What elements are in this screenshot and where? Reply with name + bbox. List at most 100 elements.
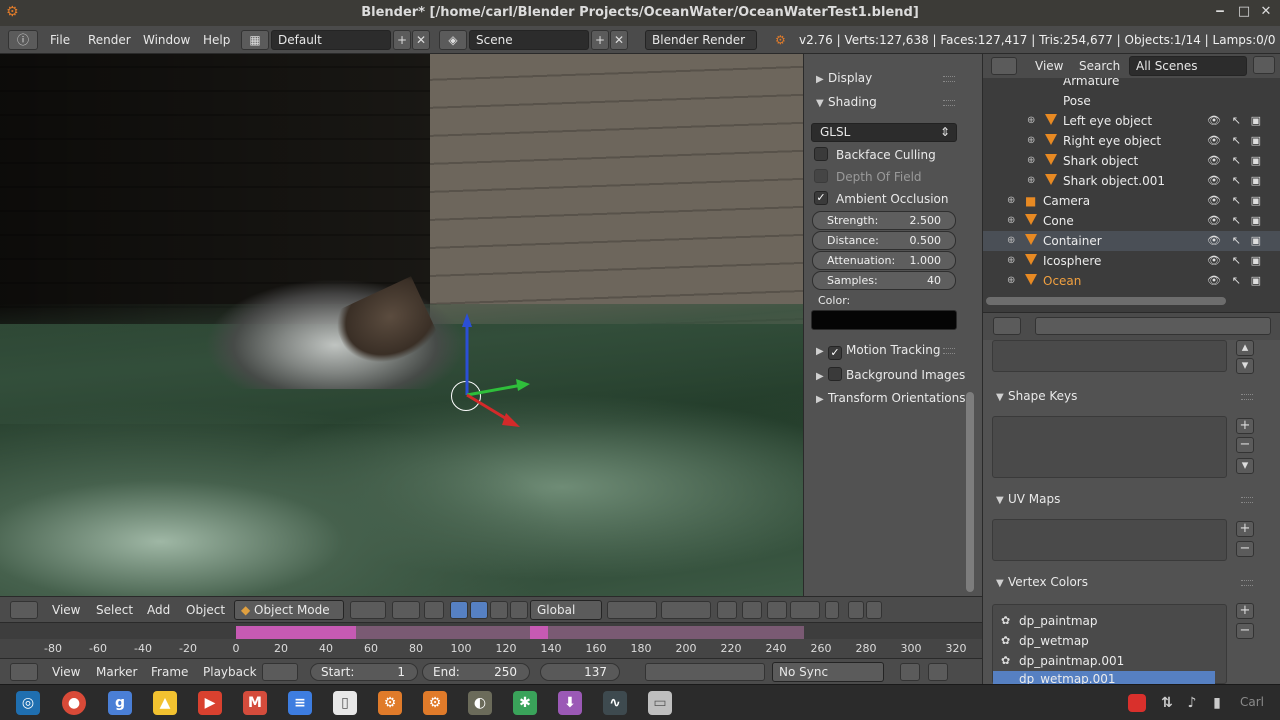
snap-element-icon[interactable] bbox=[790, 601, 820, 619]
system-monitor-icon[interactable]: ∿ bbox=[603, 691, 627, 715]
motion-tracking-checkbox[interactable]: ✓ bbox=[828, 346, 842, 360]
sync-mode-dropdown[interactable]: No Sync bbox=[772, 662, 884, 682]
manipulator-extra-icon[interactable] bbox=[510, 601, 528, 619]
editor-type-info-icon[interactable]: ⓘ bbox=[8, 30, 38, 50]
add-shape-key-icon[interactable]: + bbox=[1236, 418, 1254, 434]
blender-icon[interactable]: ⚙ bbox=[378, 691, 402, 715]
transform-orientation-dropdown[interactable]: Global bbox=[530, 600, 602, 620]
properties-context-tabs[interactable] bbox=[1035, 317, 1271, 335]
menu-render[interactable]: Render bbox=[88, 33, 131, 47]
panel-grip-icon[interactable] bbox=[943, 100, 955, 106]
volume-icon[interactable]: ♪ bbox=[1180, 691, 1204, 715]
menu-file[interactable]: File bbox=[50, 33, 70, 47]
layers-grid-b[interactable] bbox=[661, 601, 711, 619]
outliner-menu-search[interactable]: Search bbox=[1079, 59, 1120, 73]
viewport-shading-icon[interactable] bbox=[350, 601, 386, 619]
start-frame-field[interactable]: Start: 1 bbox=[310, 663, 418, 681]
search-icon[interactable] bbox=[1253, 56, 1275, 74]
shading-mode-dropdown[interactable]: GLSL ⇕ bbox=[811, 123, 957, 142]
outliner-row[interactable]: ⊕ Cone 👁 ↖ ▣ bbox=[983, 211, 1280, 231]
translate-manipulator-icon[interactable] bbox=[450, 601, 468, 619]
outliner-row[interactable]: ⊕ ■ Camera 👁 ↖ ▣ bbox=[983, 191, 1280, 211]
minimize-button[interactable]: ‒ bbox=[1212, 4, 1228, 20]
menu-add[interactable]: Add bbox=[147, 603, 170, 617]
scale-manipulator-icon[interactable] bbox=[490, 601, 508, 619]
menu-marker[interactable]: Marker bbox=[96, 665, 137, 679]
add-scene-icon[interactable]: + bbox=[591, 30, 609, 50]
file-manager-icon[interactable]: ▭ bbox=[648, 691, 672, 715]
blender-alt-icon[interactable]: ⚙ bbox=[423, 691, 447, 715]
end-frame-field[interactable]: End: 250 bbox=[422, 663, 530, 681]
google-drive-icon[interactable]: ▲ bbox=[153, 691, 177, 715]
timeline-editor[interactable]: -80 -60 -40 -20 0 20 40 60 80 100 120 14… bbox=[0, 622, 982, 659]
chrome-icon[interactable]: ● bbox=[62, 691, 86, 715]
shape-keys-list[interactable] bbox=[992, 416, 1227, 478]
ao-samples-field[interactable]: Samples: 40 bbox=[812, 271, 956, 290]
move-up-icon[interactable]: ▴ bbox=[1236, 340, 1254, 356]
outliner-row[interactable]: ⊕ Icosphere 👁 ↖ ▣ bbox=[983, 251, 1280, 271]
vertex-color-item[interactable]: dp_paintmap bbox=[1019, 614, 1098, 628]
menu-window[interactable]: Window bbox=[143, 33, 190, 47]
panel-grip-icon[interactable] bbox=[1241, 580, 1253, 586]
download-icon[interactable]: ⬇ bbox=[558, 691, 582, 715]
depth-of-field-checkbox[interactable] bbox=[814, 169, 828, 183]
keying-set-icon[interactable] bbox=[928, 663, 948, 681]
panel-grip-icon[interactable] bbox=[943, 76, 955, 82]
preview-range-icon[interactable] bbox=[262, 663, 298, 681]
ambient-occlusion-checkbox[interactable]: ✓ bbox=[814, 191, 828, 205]
outliner-tree[interactable]: Armature Pose ⊕ Left eye object 👁 ↖ ▣ ⊕ Right… bbox=[982, 78, 1280, 312]
scene-icon[interactable]: ◈ bbox=[439, 30, 467, 50]
vertex-groups-list[interactable] bbox=[992, 340, 1227, 372]
record-keyframe-icon[interactable] bbox=[900, 663, 920, 681]
vertex-color-item[interactable]: dp_paintmap.001 bbox=[1019, 654, 1124, 668]
add-layout-icon[interactable]: + bbox=[393, 30, 411, 50]
outliner-row[interactable]: ⊕ Container 👁 ↖ ▣ bbox=[983, 231, 1280, 251]
panel-transform-orientations[interactable]: ▶ Transform Orientations bbox=[816, 391, 966, 405]
remove-vertex-color-icon[interactable]: − bbox=[1236, 623, 1254, 639]
outliner-row[interactable]: ⊕ Right eye object 👁 ↖ ▣ bbox=[983, 131, 1280, 151]
vertex-color-item[interactable]: dp_wetmap bbox=[1019, 634, 1089, 648]
panel-vertex-colors[interactable]: ▼ Vertex Colors bbox=[996, 575, 1088, 589]
panel-grip-icon[interactable] bbox=[943, 348, 955, 354]
uv-maps-list[interactable] bbox=[992, 519, 1227, 561]
maximize-button[interactable]: □ bbox=[1236, 4, 1252, 20]
add-vertex-color-icon[interactable]: + bbox=[1236, 603, 1254, 619]
3d-viewport[interactable] bbox=[0, 54, 803, 596]
proportional-edit-icon[interactable] bbox=[742, 601, 762, 619]
pinwheel-app-icon[interactable]: ✱ bbox=[513, 691, 537, 715]
editor-type-timeline-icon[interactable] bbox=[10, 663, 38, 681]
editor-type-properties-icon[interactable] bbox=[993, 317, 1021, 335]
gmail-icon[interactable]: M bbox=[243, 691, 267, 715]
outliner-filter-dropdown[interactable]: All Scenes bbox=[1129, 56, 1247, 76]
add-uv-map-icon[interactable]: + bbox=[1236, 521, 1254, 537]
menu-playback[interactable]: Playback bbox=[203, 665, 257, 679]
panel-display[interactable]: ▶ Display bbox=[816, 71, 872, 85]
app-launcher-icon[interactable]: ◎ bbox=[16, 691, 40, 715]
network-icon[interactable]: ⇅ bbox=[1155, 691, 1179, 715]
menu-help[interactable]: Help bbox=[203, 33, 230, 47]
outliner-row[interactable]: ⊕ Shark object 👁 ↖ ▣ bbox=[983, 151, 1280, 171]
vertex-color-item-selected[interactable]: dp_wetmap.001 bbox=[993, 671, 1215, 684]
ao-color-swatch[interactable] bbox=[811, 310, 957, 330]
panel-shape-keys[interactable]: ▼ Shape Keys bbox=[996, 389, 1077, 403]
outliner-row[interactable]: ⊕ Left eye object 👁 ↖ ▣ bbox=[983, 111, 1280, 131]
outliner-row[interactable]: Armature bbox=[983, 78, 1280, 91]
scene-dropdown[interactable]: Scene bbox=[469, 30, 589, 50]
editor-type-3d-icon[interactable] bbox=[10, 601, 38, 619]
outliner-scrollbar[interactable] bbox=[986, 297, 1226, 305]
transform-gizmo[interactable] bbox=[440, 309, 540, 439]
ao-distance-field[interactable]: Distance: 0.500 bbox=[812, 231, 956, 250]
render-animation-icon[interactable] bbox=[866, 601, 882, 619]
panel-shading[interactable]: ▼ Shading bbox=[816, 95, 877, 109]
editor-type-outliner-icon[interactable] bbox=[991, 57, 1017, 75]
menu-view[interactable]: View bbox=[52, 603, 80, 617]
blank-file-icon[interactable]: ▯ bbox=[333, 691, 357, 715]
panel-grip-icon[interactable] bbox=[1241, 394, 1253, 400]
remove-layout-icon[interactable]: ✕ bbox=[412, 30, 430, 50]
youtube-icon[interactable]: ▶ bbox=[198, 691, 222, 715]
panel-grip-icon[interactable] bbox=[1241, 497, 1253, 503]
menu-object[interactable]: Object bbox=[186, 603, 225, 617]
pivot-point-icon[interactable] bbox=[392, 601, 420, 619]
remove-shape-key-icon[interactable]: − bbox=[1236, 437, 1254, 453]
playback-controls[interactable] bbox=[645, 663, 765, 681]
